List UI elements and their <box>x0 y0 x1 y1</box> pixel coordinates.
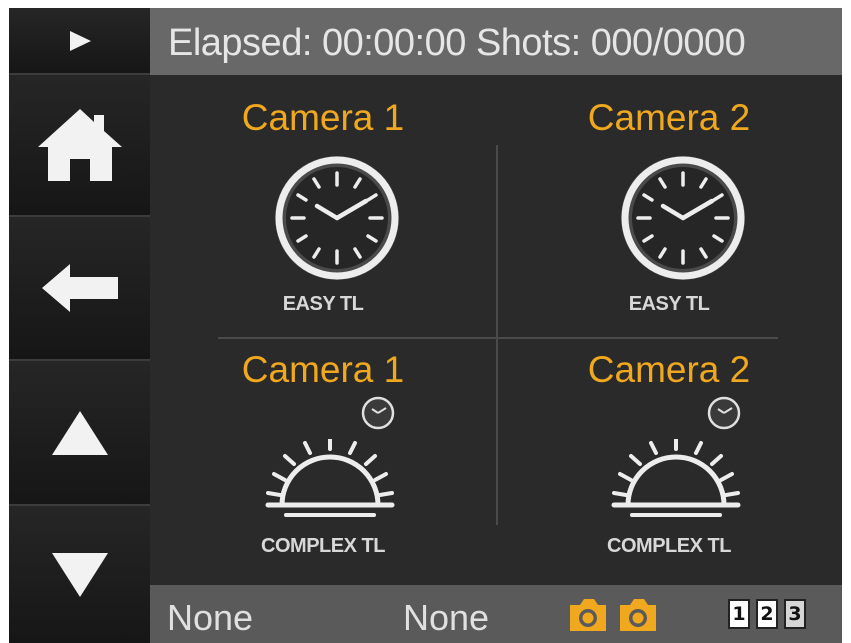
play-icon <box>69 30 91 51</box>
camera1-icon <box>570 599 606 631</box>
small-clock-icon <box>361 396 395 430</box>
tile-mode-label: EASY TL <box>628 293 710 315</box>
tile-mode-label: COMPLEX TL <box>261 535 385 557</box>
elapsed-shots-readout: Elapsed: 00:00:00 Shots: 000/0000 <box>168 22 746 65</box>
status-header: Elapsed: 00:00:00 Shots: 000/0000 <box>150 8 842 75</box>
sidebar <box>9 8 150 643</box>
sunrise-icon <box>611 439 741 517</box>
back-button[interactable] <box>9 217 150 361</box>
scroll-up-button[interactable] <box>9 361 150 506</box>
elapsed-value: 00:00:00 <box>321 22 466 64</box>
elapsed-label: Elapsed: <box>168 22 312 64</box>
clock-icon <box>275 156 399 280</box>
tile-camera-title: Camera 2 <box>587 97 751 138</box>
tile-camera-title: Camera 1 <box>241 97 405 138</box>
scroll-down-button[interactable] <box>9 506 150 643</box>
play-button[interactable] <box>9 8 150 75</box>
tile-camera2-easy-tl[interactable]: Camera 2 EASY TL <box>496 75 842 330</box>
tile-mode-label: COMPLEX TL <box>607 535 731 557</box>
tile-camera1-complex-tl[interactable]: Camera 1 COMPLEX TL <box>150 339 496 594</box>
number-badge-2[interactable]: 2 <box>756 599 778 629</box>
arrow-down-icon <box>51 552 108 597</box>
camera1-status: None <box>167 597 254 638</box>
small-clock-icon <box>707 396 741 430</box>
home-icon <box>37 109 122 181</box>
sunrise-icon <box>265 439 395 517</box>
camera2-status: None <box>403 597 490 638</box>
clock-icon <box>621 156 745 280</box>
tile-camera-title: Camera 2 <box>587 349 751 390</box>
camera2-icon <box>620 599 656 631</box>
number-badge-1[interactable]: 1 <box>728 599 750 629</box>
status-footer: None None 1 2 3 <box>150 585 842 643</box>
tile-camera1-easy-tl[interactable]: Camera 1 EASY TL <box>150 75 496 330</box>
shots-value: 000/0000 <box>590 22 746 64</box>
arrow-left-icon <box>41 264 118 312</box>
tile-camera-title: Camera 1 <box>241 349 405 390</box>
number-badge-3[interactable]: 3 <box>784 599 806 629</box>
shots-label: Shots: <box>475 22 581 64</box>
tile-mode-label: EASY TL <box>282 293 364 315</box>
home-button[interactable] <box>9 75 150 217</box>
mode-grid: Camera 1 EASY TL Camera 2 EASY TL Camera… <box>150 75 842 585</box>
arrow-up-icon <box>51 410 108 455</box>
tile-camera2-complex-tl[interactable]: Camera 2 COMPLEX TL <box>496 339 842 594</box>
app-screen: Elapsed: 00:00:00 Shots: 000/0000 Camera… <box>9 8 842 643</box>
